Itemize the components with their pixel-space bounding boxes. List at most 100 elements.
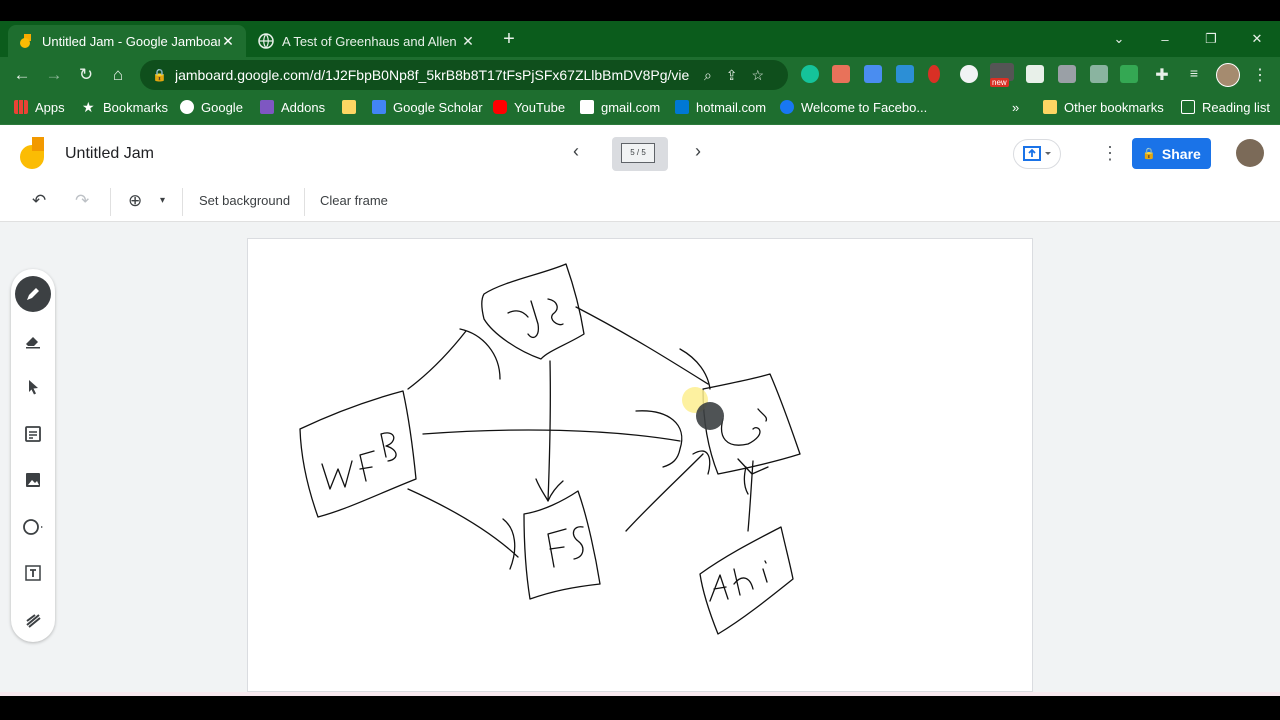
laser-tool[interactable] bbox=[15, 602, 51, 638]
tab-search-button[interactable]: ⌄ bbox=[1096, 21, 1142, 57]
chevron-right-icon: › bbox=[695, 141, 701, 161]
forward-button[interactable]: → bbox=[40, 61, 68, 89]
close-tab-icon[interactable]: ✕ bbox=[220, 33, 236, 50]
microphone-icon[interactable] bbox=[960, 65, 978, 83]
sketch-label-js bbox=[507, 298, 564, 338]
more-options-icon[interactable]: ⋮ bbox=[1101, 143, 1119, 164]
media-control-icon[interactable]: ≡ bbox=[1185, 65, 1203, 83]
sketch-line-wfb-s bbox=[422, 429, 681, 442]
bookmark-google-scholar[interactable]: Google Scholar bbox=[372, 92, 483, 122]
zoom-dropdown-icon[interactable]: ▾ bbox=[160, 195, 165, 206]
page-bottom-strip bbox=[0, 692, 1280, 696]
address-bar[interactable]: 🔒 jamboard.google.com/d/1J2FbpB0Np8f_5kr… bbox=[140, 60, 788, 90]
jam-canvas[interactable] bbox=[247, 238, 1033, 692]
extension-blue-icon[interactable] bbox=[864, 65, 882, 83]
profile-avatar[interactable] bbox=[1216, 63, 1240, 87]
toolbar-divider bbox=[182, 188, 183, 216]
globe-icon bbox=[258, 33, 274, 49]
bookmark-apps[interactable]: Apps bbox=[14, 92, 65, 122]
sketch-curve-fs-left bbox=[502, 518, 516, 570]
text-box-tool[interactable] bbox=[15, 555, 51, 591]
circle-icon bbox=[23, 519, 43, 535]
laser-pointer-cursor bbox=[696, 402, 724, 430]
minimize-button[interactable]: – bbox=[1142, 21, 1188, 57]
pen-tool[interactable] bbox=[15, 276, 51, 312]
more-bookmarks-button[interactable]: » bbox=[1012, 92, 1019, 122]
next-frame-button[interactable]: › bbox=[695, 141, 701, 162]
browser-toolbar: ← → ↻ ⌂ 🔒 jamboard.google.com/d/1J2FbpB0… bbox=[0, 57, 1280, 92]
sketch-line-js-s bbox=[575, 306, 709, 385]
frame-bar-toggle[interactable]: 5 / 5 bbox=[612, 137, 668, 171]
share-button[interactable]: 🔒 Share bbox=[1132, 138, 1211, 169]
home-button[interactable]: ⌂ bbox=[104, 61, 132, 89]
reload-button[interactable]: ↻ bbox=[72, 61, 100, 89]
zoom-icon[interactable]: ⊕ bbox=[128, 191, 142, 211]
extension-login-icon[interactable] bbox=[1026, 65, 1044, 83]
bookmark-gmail[interactable]: gmail.com bbox=[580, 92, 660, 122]
map-pin-icon[interactable] bbox=[928, 65, 940, 83]
zoom-icon[interactable]: ⌕ bbox=[704, 67, 712, 84]
share-page-icon[interactable]: ⇪ bbox=[726, 67, 738, 84]
eraser-tool[interactable] bbox=[15, 323, 51, 359]
sticky-note-tool[interactable] bbox=[15, 416, 51, 452]
back-button[interactable]: ← bbox=[8, 61, 36, 89]
google-icon bbox=[180, 100, 194, 114]
cursor-arrow-icon bbox=[29, 380, 38, 395]
prev-frame-button[interactable]: ‹ bbox=[573, 141, 579, 162]
reading-list[interactable]: Reading list bbox=[1181, 92, 1270, 122]
bookmarks-bar: Apps ★ Bookmarks Google Addons Google Sch… bbox=[0, 92, 1280, 125]
laser-icon bbox=[26, 614, 41, 628]
text-box-icon bbox=[25, 565, 41, 581]
tool-palette bbox=[11, 269, 55, 642]
scholar-icon bbox=[372, 100, 386, 114]
screencast-icon[interactable] bbox=[832, 65, 850, 83]
bookmark-addons[interactable]: Addons bbox=[260, 92, 325, 122]
clear-frame-button[interactable]: Clear frame bbox=[320, 193, 388, 208]
chrome-menu-icon[interactable]: ⋮ bbox=[1251, 65, 1269, 84]
sketch-curve-s-lower bbox=[692, 450, 711, 475]
puzzle-icon[interactable]: ✚ bbox=[1153, 65, 1171, 84]
sketch-line-js-wfb bbox=[407, 330, 467, 390]
user-avatar[interactable] bbox=[1236, 139, 1264, 167]
extension-feather-icon[interactable] bbox=[896, 65, 914, 83]
sketch-label-s bbox=[721, 408, 768, 446]
chevron-left-icon: ‹ bbox=[573, 141, 579, 161]
tab-title: A Test of Greenhaus and Allen (2 bbox=[282, 33, 460, 49]
lock-icon: 🔒 bbox=[1142, 148, 1156, 160]
star-icon: ★ bbox=[82, 99, 95, 115]
close-window-button[interactable]: ✕ bbox=[1234, 21, 1280, 57]
select-tool[interactable] bbox=[15, 369, 51, 405]
bookmark-facebook[interactable]: Welcome to Facebo... bbox=[780, 92, 927, 122]
grid-icon[interactable] bbox=[1090, 65, 1108, 83]
bookmark-bookmarks[interactable]: ★ Bookmarks bbox=[82, 92, 168, 122]
new-tab-button[interactable]: + bbox=[486, 21, 532, 57]
extension-colorful-icon[interactable] bbox=[1120, 65, 1138, 83]
bookmark-other[interactable]: Other bookmarks bbox=[1043, 92, 1164, 122]
bookmark-star-icon[interactable]: ☆ bbox=[752, 67, 765, 84]
extension-broom-icon[interactable] bbox=[1058, 65, 1076, 83]
image-icon bbox=[26, 473, 40, 487]
tab-untitled-jam[interactable]: Untitled Jam - Google Jamboard ✕ bbox=[8, 25, 246, 57]
image-tool[interactable] bbox=[15, 462, 51, 498]
jam-title[interactable]: Untitled Jam bbox=[65, 145, 154, 163]
present-button[interactable] bbox=[1013, 139, 1061, 169]
restore-button[interactable]: ❐ bbox=[1188, 21, 1234, 57]
set-background-button[interactable]: Set background bbox=[199, 193, 290, 208]
sketch-line-fs-s bbox=[625, 453, 704, 532]
sketch-curve-s-left bbox=[635, 410, 683, 468]
sketch-box-wfb bbox=[299, 390, 417, 518]
apps-grid-icon bbox=[14, 100, 28, 114]
undo-icon[interactable]: ↶ bbox=[32, 191, 46, 211]
shape-tool[interactable] bbox=[15, 509, 51, 545]
bookmark-google[interactable]: Google bbox=[180, 92, 243, 122]
bookmark-youtube[interactable]: YouTube bbox=[493, 92, 565, 122]
facebook-icon bbox=[780, 100, 794, 114]
close-tab-icon[interactable]: ✕ bbox=[460, 33, 476, 50]
tab-greenhaus-allen[interactable]: A Test of Greenhaus and Allen (2 ✕ bbox=[248, 25, 486, 57]
redo-icon[interactable]: ↷ bbox=[75, 191, 89, 211]
grammarly-icon[interactable] bbox=[801, 65, 819, 83]
bookmark-hotmail[interactable]: hotmail.com bbox=[675, 92, 766, 122]
present-icon bbox=[1023, 146, 1051, 161]
bookmark-folder[interactable] bbox=[342, 92, 363, 122]
jamboard-favicon-icon bbox=[20, 34, 31, 48]
